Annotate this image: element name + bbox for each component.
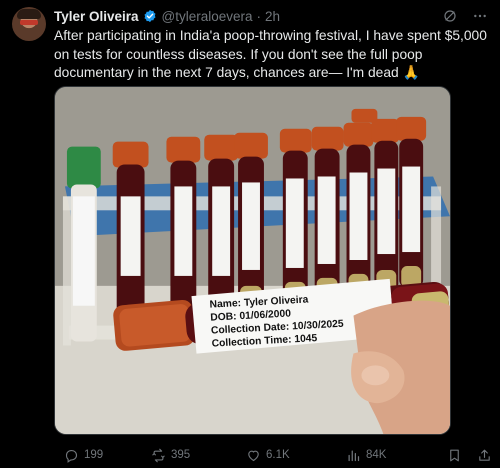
header-actions <box>442 8 488 24</box>
share-icon <box>479 449 490 461</box>
bookmark-button[interactable] <box>447 448 462 463</box>
like-icon <box>248 450 259 461</box>
like-count: 6.1K <box>266 449 290 461</box>
avatar[interactable] <box>12 7 46 41</box>
tube-label: Name: Tyler Oliveira DOB: 01/06/2000 Col… <box>203 283 394 363</box>
timestamp[interactable]: 2h <box>265 9 280 24</box>
tweet: Tyler Oliveira @tyleraloevera · 2h After… <box>0 0 500 468</box>
action-bar: 199 395 6.1K 84K <box>54 446 490 464</box>
reply-icon <box>65 449 78 463</box>
share-button[interactable] <box>477 448 492 463</box>
author-handle[interactable]: @tyleraloevera <box>162 9 253 24</box>
tweet-text: After participating in India'a poop-thro… <box>54 28 487 80</box>
verified-badge-icon <box>144 9 156 23</box>
repost-button[interactable]: 395 <box>151 448 190 463</box>
author-name[interactable]: Tyler Oliveira <box>54 9 139 24</box>
like-button[interactable]: 6.1K <box>246 448 290 463</box>
views-icon <box>348 450 360 461</box>
bookmark-icon <box>450 449 459 461</box>
repost-icon <box>152 448 165 462</box>
more-icon[interactable] <box>472 8 488 24</box>
separator: · <box>256 8 262 24</box>
repost-count: 395 <box>171 449 191 461</box>
blood-tubes-illustration <box>55 87 450 434</box>
tweet-header: Tyler Oliveira @tyleraloevera · 2h <box>54 8 280 24</box>
view-count: 84K <box>366 449 387 461</box>
reply-button[interactable]: 199 <box>64 448 103 463</box>
reply-count: 199 <box>84 449 104 461</box>
grok-icon[interactable] <box>442 8 458 24</box>
tweet-photo[interactable]: Name: Tyler Oliveira DOB: 01/06/2000 Col… <box>54 86 451 435</box>
views-button[interactable]: 84K <box>346 448 386 463</box>
